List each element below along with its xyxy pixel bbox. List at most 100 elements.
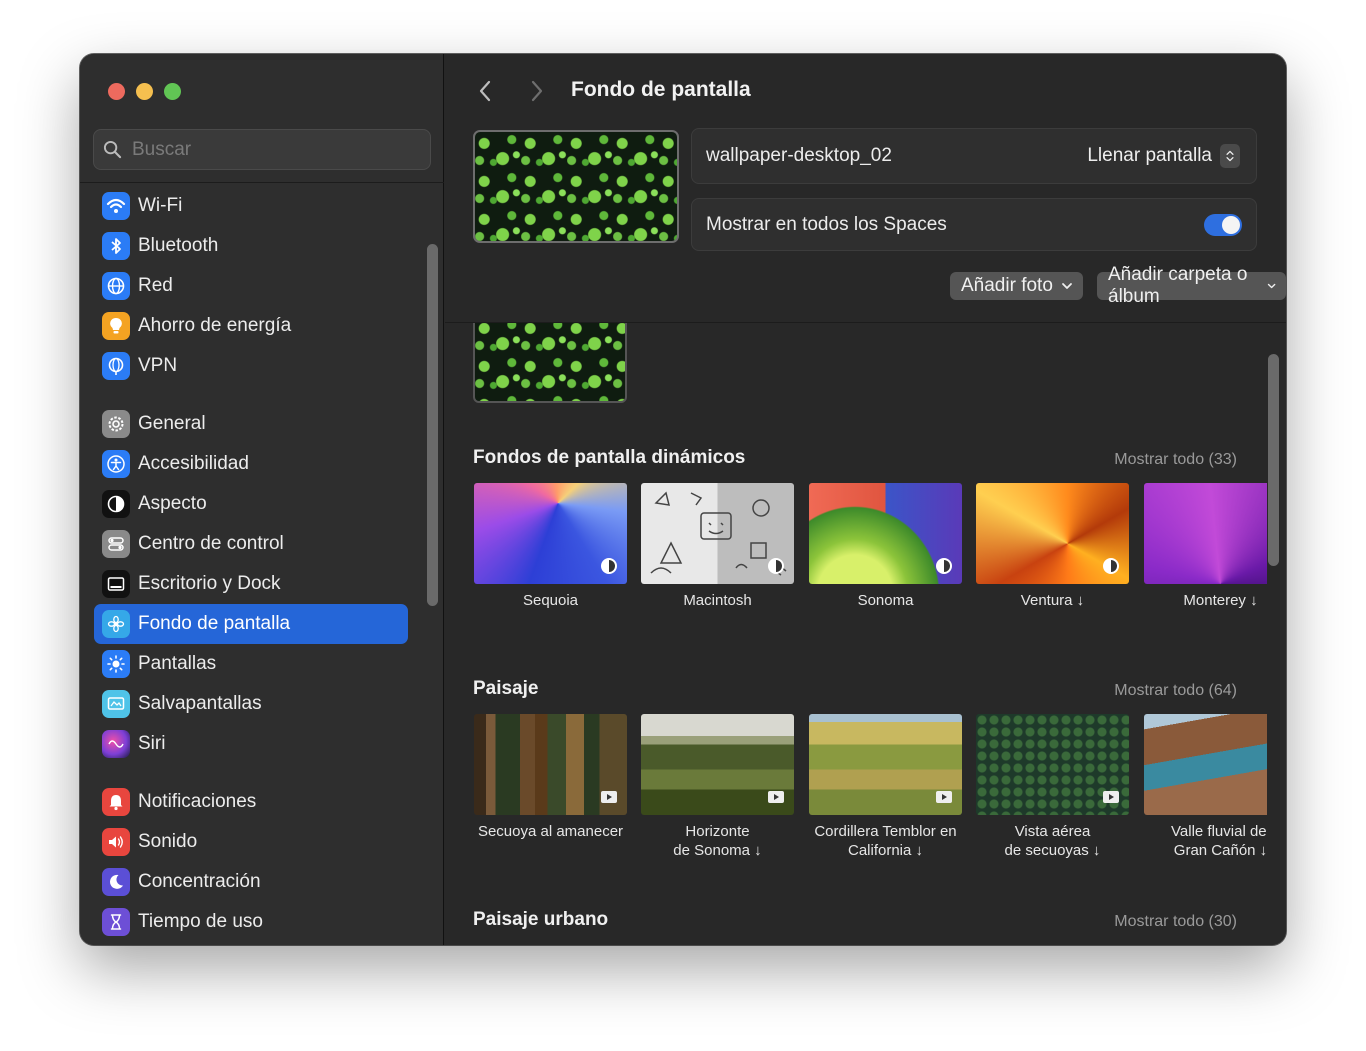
sidebar-item-bluetooth[interactable]: Bluetooth [94, 226, 408, 266]
tile-caption: Monterey ↓ [1183, 592, 1258, 609]
add-photo-button[interactable]: Añadir foto [950, 272, 1083, 300]
added-wallpaper-thumbnail[interactable] [473, 323, 627, 403]
sidebar-item-label: Centro de control [138, 533, 284, 554]
aerial-sequoias-thumbnail [976, 714, 1129, 815]
monterey-thumbnail [1144, 483, 1267, 584]
sidebar-item-label: VPN [138, 355, 178, 376]
wallpaper-tile[interactable]: Ventura ↓ [976, 483, 1129, 610]
search-field[interactable] [93, 129, 431, 170]
show-all-spaces-label: Mostrar en todos los Spaces [706, 213, 947, 235]
sidebar-item-focus[interactable]: Concentración [94, 862, 408, 902]
sidebar-item-vpn[interactable]: VPN [94, 346, 408, 386]
show-all-urban-link[interactable]: Mostrar todo (30) [1114, 913, 1237, 931]
sun-icon [102, 650, 130, 678]
main-scrollbar[interactable] [1268, 354, 1279, 566]
sidebar-item-label: Aspecto [138, 493, 207, 514]
sidebar-item-desktop-dock[interactable]: Escritorio y Dock [94, 564, 408, 604]
sidebar-item-label: Salvapantallas [138, 693, 262, 714]
speaker-icon [102, 828, 130, 856]
wallpaper-tile[interactable]: Sequoia [474, 483, 627, 610]
wallpaper-gallery: Fondos de pantalla dinámicos Mostrar tod… [445, 323, 1267, 945]
fit-mode-select[interactable]: Llenar pantalla [1087, 144, 1240, 168]
sidebar-item-screensaver[interactable]: Salvapantallas [94, 684, 408, 724]
page-title: Fondo de pantalla [571, 78, 751, 101]
sidebar-item-siri[interactable]: Siri [94, 724, 408, 764]
current-wallpaper-row: wallpaper-desktop_02 Llenar pantalla [691, 128, 1257, 184]
back-chevron-icon[interactable] [473, 78, 499, 104]
tile-caption: Macintosh [683, 592, 752, 609]
sidebar-item-displays[interactable]: Pantallas [94, 644, 408, 684]
sidebar-item-general[interactable]: General [94, 404, 408, 444]
tile-caption: Secuoya al amanecer [477, 823, 624, 840]
zoom-button[interactable] [164, 83, 181, 100]
current-wallpaper-preview[interactable] [473, 130, 679, 243]
sidebar-item-wallpaper[interactable]: Fondo de pantalla [94, 604, 408, 644]
sequoia-thumbnail [474, 483, 627, 584]
close-button[interactable] [108, 83, 125, 100]
sidebar-item-label: Bluetooth [138, 235, 219, 256]
siri-icon [102, 730, 130, 758]
vpn-globe-icon [102, 352, 130, 380]
lightbulb-icon [102, 312, 130, 340]
show-all-landscape-link[interactable]: Mostrar todo (64) [1114, 682, 1237, 700]
minimize-button[interactable] [136, 83, 153, 100]
bell-icon [102, 788, 130, 816]
sidebar-item-notifications[interactable]: Notificaciones [94, 782, 408, 822]
macintosh-thumbnail [641, 483, 794, 584]
sidebar-item-accessibility[interactable]: Accesibilidad [94, 444, 408, 484]
sidebar-item-network[interactable]: Red [94, 266, 408, 306]
sidebar-item-energy[interactable]: Ahorro de energía [94, 306, 408, 346]
sidebar-divider [80, 182, 444, 183]
sidebar-item-control-center[interactable]: Centro de control [94, 524, 408, 564]
sidebar-item-appearance[interactable]: Aspecto [94, 484, 408, 524]
grand-canyon-thumbnail [1144, 714, 1267, 815]
tile-caption: Ventura ↓ [1020, 592, 1085, 609]
sidebar-item-label: Escritorio y Dock [138, 573, 281, 594]
wallpaper-tile[interactable]: Macintosh [641, 483, 794, 610]
tile-caption: Sequoia [522, 592, 579, 609]
gear-icon [102, 410, 130, 438]
updown-chevron-icon [1220, 144, 1240, 168]
forward-chevron-icon[interactable] [523, 78, 549, 104]
tile-caption: Cordillera Temblor en California ↓ [814, 823, 957, 859]
video-badge-icon [601, 791, 617, 803]
wallpaper-tile[interactable]: Secuoya al amanecer [474, 714, 627, 841]
accessibility-icon [102, 450, 130, 478]
show-all-spaces-toggle[interactable] [1204, 213, 1242, 236]
show-all-dynamic-link[interactable]: Mostrar todo (33) [1114, 451, 1237, 469]
add-photo-label: Añadir foto [961, 275, 1053, 296]
wallpaper-tile[interactable]: Valle fluvial del Gran Cañón ↓ [1144, 714, 1267, 860]
screensaver-icon [102, 690, 130, 718]
tile-caption: Horizonte de Sonoma ↓ [673, 823, 762, 859]
wallpaper-tile[interactable]: Horizonte de Sonoma ↓ [641, 714, 794, 860]
sidebar-item-sound[interactable]: Sonido [94, 822, 408, 862]
section-title-urban: Paisaje urbano [473, 909, 609, 930]
dynamic-badge-icon [936, 558, 952, 574]
system-settings-window: Wi-Fi Bluetooth Red Ahorro de energía VP… [80, 54, 1286, 945]
sidebar-item-label: Tiempo de uso [138, 911, 263, 932]
appearance-icon [102, 490, 130, 518]
sidebar-item-label: Accesibilidad [138, 453, 249, 474]
tile-caption: Sonoma [857, 592, 914, 609]
chevron-down-icon [1062, 283, 1072, 289]
wifi-icon [102, 192, 130, 220]
sidebar-scrollbar[interactable] [427, 244, 438, 606]
add-folder-button[interactable]: Añadir carpeta o álbum [1097, 264, 1286, 307]
wallpaper-tile[interactable]: Vista aérea de secuoyas ↓ [976, 714, 1129, 860]
video-badge-icon [1103, 791, 1119, 803]
section-title-dynamic: Fondos de pantalla dinámicos [473, 447, 746, 468]
search-input[interactable] [132, 138, 412, 161]
sidebar-list: Wi-Fi Bluetooth Red Ahorro de energía VP… [94, 186, 408, 942]
sidebar-item-label: Wi-Fi [138, 195, 183, 216]
wallpaper-tile[interactable]: Monterey ↓ [1144, 483, 1267, 610]
sidebar-item-label: Sonido [138, 831, 198, 852]
sonoma-horizon-thumbnail [641, 714, 794, 815]
dynamic-badge-icon [1103, 558, 1119, 574]
sidebar-item-label: Notificaciones [138, 791, 257, 812]
wallpaper-tile[interactable]: Sonoma [809, 483, 962, 610]
sidebar-item-screen-time[interactable]: Tiempo de uso [94, 902, 408, 942]
bluetooth-icon [102, 232, 130, 260]
sidebar-item-wifi[interactable]: Wi-Fi [94, 186, 408, 226]
sidebar-item-label: Ahorro de energía [138, 315, 292, 336]
wallpaper-tile[interactable]: Cordillera Temblor en California ↓ [809, 714, 962, 860]
